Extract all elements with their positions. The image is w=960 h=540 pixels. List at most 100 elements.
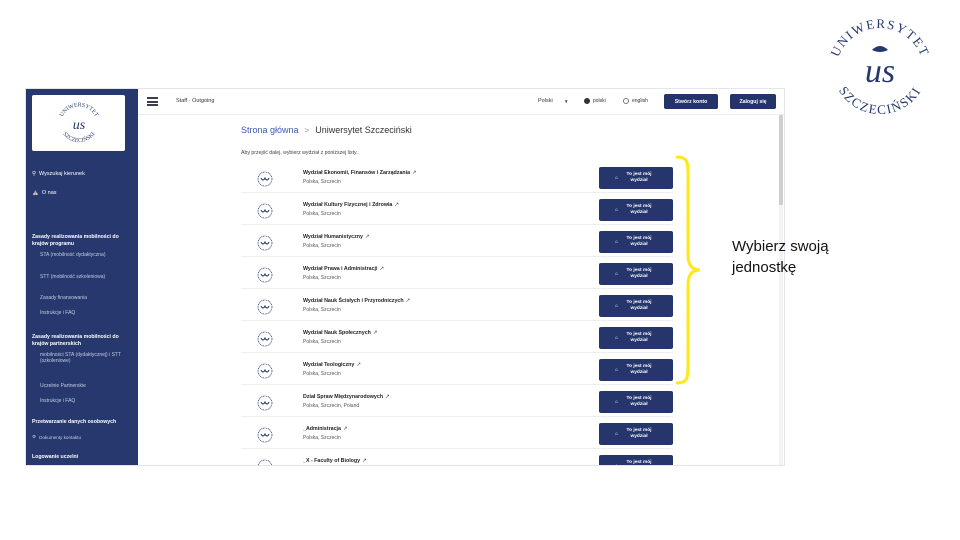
external-link-icon[interactable]: ↗	[412, 170, 416, 176]
unit-row: Wydział Nauk Społecznych ↗ Polska, Szczeci…	[241, 323, 673, 353]
unit-name[interactable]: Wydział Kultury Fizycznej i Zdrowia ↗	[303, 202, 399, 208]
select-unit-button-label: To jest mój wydział	[626, 460, 652, 465]
unit-name[interactable]: Wydział Ekonomii, Finansów i Zarządzania…	[303, 170, 417, 176]
chevron-down-icon[interactable]: ▼	[564, 99, 568, 104]
unit-location: Polska, Szczecin, Poland	[303, 403, 360, 409]
svg-text:SZCZECIŃSKI: SZCZECIŃSKI	[61, 131, 96, 144]
scrollbar[interactable]	[779, 115, 783, 465]
sidebar-section-login[interactable]: Logowanie uczelni	[32, 454, 130, 461]
radio-unchecked-icon	[623, 98, 629, 104]
home-icon: ⌂	[614, 463, 619, 466]
unit-logo-icon	[257, 395, 273, 411]
select-unit-button[interactable]: ⌂ To jest mój wydział	[599, 359, 673, 381]
unit-location: Polska, Szczecin	[303, 179, 341, 185]
select-unit-button[interactable]: ⌂ To jest mój wydział	[599, 263, 673, 285]
svg-text:UNIWERSYTET: UNIWERSYTET	[58, 102, 98, 118]
unit-name[interactable]: Wydział Teologiczny ↗	[303, 362, 361, 368]
select-unit-button-label: To jest mój wydział	[626, 300, 652, 311]
home-icon: ⌂	[614, 367, 619, 373]
external-link-icon[interactable]: ↗	[373, 330, 377, 336]
select-unit-button-label: To jest mój wydział	[626, 236, 652, 247]
unit-location: Polska, Szczecin	[303, 339, 341, 345]
unit-name[interactable]: Wydział Nauk Ścisłych i Przyrodniczych ↗	[303, 298, 410, 304]
radio-polish[interactable]: polski	[584, 98, 606, 104]
unit-name[interactable]: Wydział Nauk Społecznych ↗	[303, 330, 377, 336]
sidebar-item-partner-universities[interactable]: Uczelnie Partnerskie	[40, 383, 128, 389]
radio-polish-label: polski	[593, 98, 606, 104]
unit-name-label: Wydział Teologiczny	[303, 362, 355, 368]
external-link-icon[interactable]: ↗	[385, 394, 389, 400]
language-select[interactable]: Polski	[538, 98, 553, 104]
breadcrumb-home[interactable]: Strona główna	[241, 125, 299, 135]
sidebar-item-contact[interactable]: ⚙ Dokumenty kontaktu	[32, 434, 128, 440]
external-link-icon[interactable]: ↗	[362, 458, 366, 464]
select-unit-button[interactable]: ⌂ To jest mój wydział	[599, 231, 673, 253]
home-icon: ⌂	[614, 431, 619, 437]
topbar: Staff · Outgoing Polski ▼ polski english…	[138, 89, 784, 115]
unit-logo-icon	[257, 235, 273, 251]
radio-english[interactable]: english	[623, 98, 648, 104]
sidebar-about[interactable]: ⛪ O nas	[32, 190, 57, 196]
chevron-right-icon: >	[304, 125, 310, 135]
unit-location: Polska, Szczecin	[303, 243, 341, 249]
sidebar: UNIWERSYTET SZCZECIŃSKI us ⚲ Wyszukaj ki…	[26, 89, 138, 465]
external-link-icon[interactable]: ↗	[394, 202, 398, 208]
sidebar-search-label: Wyszukaj kierunek	[39, 171, 85, 177]
sidebar-item-finance[interactable]: Zasady finansowania	[40, 295, 128, 301]
select-unit-button-label: To jest mój wydział	[626, 172, 652, 183]
annotation-text: Wybierz swoją jednostkę	[732, 238, 829, 276]
select-unit-button[interactable]: ⌂ To jest mój wydział	[599, 167, 673, 189]
menu-icon[interactable]	[147, 97, 158, 106]
unit-logo-icon	[257, 331, 273, 347]
sidebar-section-programme: Zasady realizowania mobilności do krajów…	[32, 234, 119, 247]
unit-name[interactable]: Wydział Prawa i Administracji ↗	[303, 266, 384, 272]
select-unit-button[interactable]: ⌂ To jest mój wydział	[599, 327, 673, 349]
external-link-icon[interactable]: ↗	[356, 362, 360, 368]
select-unit-button[interactable]: ⌂ To jest mój wydział	[599, 391, 673, 413]
select-unit-button[interactable]: ⌂ To jest mój wydział	[599, 423, 673, 445]
sidebar-item-partner-faq[interactable]: Instrukcje i FAQ	[40, 398, 128, 404]
unit-name-label: Wydział Nauk Ścisłych i Przyrodniczych	[303, 298, 404, 304]
unit-row: Wydział Teologiczny ↗ Polska, Szczecin ⌂ To …	[241, 355, 673, 385]
unit-logo-icon	[257, 203, 273, 219]
external-link-icon[interactable]: ↗	[406, 298, 410, 304]
sidebar-logo[interactable]: UNIWERSYTET SZCZECIŃSKI us	[32, 95, 125, 151]
unit-name-label: _X - Faculty of Biology	[303, 458, 361, 464]
logo-monogram: us	[865, 53, 895, 90]
login-button[interactable]: Zaloguj się	[730, 94, 776, 109]
university-logo-small: UNIWERSYTET SZCZECIŃSKI us	[58, 102, 98, 144]
unit-row: Wydział Nauk Ścisłych i Przyrodniczych ↗ P…	[241, 291, 673, 321]
unit-name[interactable]: Wydział Humanistyczny ↗	[303, 234, 369, 240]
unit-logo-icon	[257, 427, 273, 443]
select-unit-button-label: To jest mój wydział	[626, 332, 652, 343]
nav-staff-outgoing[interactable]: Staff · Outgoing	[176, 98, 214, 104]
select-unit-button[interactable]: ⌂ To jest mój wydział	[599, 199, 673, 221]
select-unit-button-label: To jest mój wydział	[626, 268, 652, 279]
unit-logo-icon	[257, 171, 273, 187]
unit-location: Polska, Szczecin	[303, 371, 341, 377]
sidebar-item-sta[interactable]: STA (mobilność dydaktyczna)	[40, 252, 128, 258]
sidebar-search[interactable]: ⚲ Wyszukaj kierunek	[32, 171, 85, 177]
external-link-icon[interactable]: ↗	[343, 426, 347, 432]
select-unit-button[interactable]: ⌂ To jest mój wydział	[599, 295, 673, 317]
unit-name-label: Wydział Humanistyczny	[303, 234, 363, 240]
unit-name[interactable]: _Administracja ↗	[303, 426, 347, 432]
external-link-icon[interactable]: ↗	[379, 266, 383, 272]
scrollbar-thumb[interactable]	[779, 115, 783, 205]
unit-row: _X - Faculty of Biology↗Polska, Szczecin…	[241, 451, 673, 466]
unit-name[interactable]: _X - Faculty of Biology ↗	[303, 458, 367, 464]
home-icon: ⌂	[614, 207, 619, 213]
unit-name[interactable]: Dział Spraw Międzynarodowych ↗	[303, 394, 390, 400]
unit-name-label: Dział Spraw Międzynarodowych	[303, 394, 384, 400]
unit-name-label: Wydział Kultury Fizycznej i Zdrowia	[303, 202, 393, 208]
unit-row: _Administracja ↗ Polska, Szczecin ⌂ To jest …	[241, 419, 673, 449]
select-unit-button[interactable]: ⌂ To jest mój wydział	[599, 455, 673, 466]
external-link-icon[interactable]: ↗	[365, 234, 369, 240]
sidebar-item-faq[interactable]: Instrukcje i FAQ	[40, 310, 128, 316]
breadcrumb-current: Uniwersytet Szczeciński	[315, 125, 412, 135]
sidebar-item-stt[interactable]: STT (mobilność szkoleniowa)	[40, 274, 128, 280]
sidebar-item-contact-label: Dokumenty kontaktu	[39, 434, 82, 440]
sidebar-item-partner-mobility[interactable]: mobilności STA (dydaktycznej) i STT (szk…	[40, 352, 128, 365]
create-account-button[interactable]: Stwórz konto	[664, 94, 718, 109]
unit-logo-icon	[257, 459, 273, 465]
